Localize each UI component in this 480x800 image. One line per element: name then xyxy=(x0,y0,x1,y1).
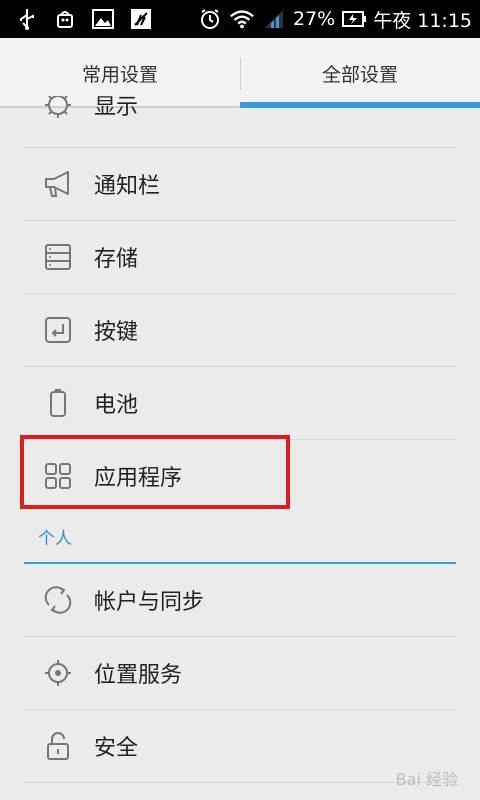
settings-item-label: 显示 xyxy=(94,96,139,120)
status-left-icons xyxy=(14,6,154,32)
clock: 午夜 11:15 xyxy=(373,9,472,32)
section-title: 个人 xyxy=(38,529,72,549)
location-icon xyxy=(40,655,76,691)
settings-item-display[interactable]: 显示 xyxy=(24,96,456,136)
image-icon xyxy=(90,6,116,32)
settings-item-battery[interactable]: 电池 xyxy=(24,367,456,439)
divider xyxy=(24,782,456,783)
alarm-icon xyxy=(197,6,223,32)
signal-icon xyxy=(261,6,287,32)
usb-icon xyxy=(14,6,40,32)
android-icon xyxy=(52,6,78,32)
battery-percent: 27% xyxy=(292,8,336,30)
settings-item-notification-bar[interactable]: 通知栏 xyxy=(24,148,456,220)
section-header-personal: 个人 xyxy=(24,512,456,564)
sail-icon xyxy=(128,6,154,32)
settings-item-label: 位置服务 xyxy=(94,663,183,688)
settings-item-label: 按键 xyxy=(94,320,139,345)
sync-icon xyxy=(40,582,76,618)
display-icon xyxy=(40,96,76,123)
battery-icon xyxy=(40,385,76,421)
settings-item-label: 安全 xyxy=(94,736,139,761)
watermark: Bai 经验 xyxy=(395,770,458,789)
battery-icon xyxy=(341,6,367,32)
settings-item-security[interactable]: 安全 xyxy=(24,710,456,782)
megaphone-icon xyxy=(40,166,76,202)
status-bar: 27% 午夜 11:15 xyxy=(0,0,480,38)
highlight-box xyxy=(20,435,290,509)
settings-item-label: 帐户与同步 xyxy=(94,590,205,615)
settings-item-storage[interactable]: 存储 xyxy=(24,221,456,293)
settings-item-account-sync[interactable]: 帐户与同步 xyxy=(24,564,456,636)
settings-item-label: 存储 xyxy=(94,247,139,272)
wifi-icon xyxy=(229,6,255,32)
storage-icon xyxy=(40,239,76,275)
settings-item-keys[interactable]: 按键 xyxy=(24,294,456,366)
settings-item-location[interactable]: 位置服务 xyxy=(24,637,456,709)
settings-item-label: 通知栏 xyxy=(94,174,161,199)
settings-item-label: 电池 xyxy=(94,393,139,418)
key-icon xyxy=(40,312,76,348)
lock-icon xyxy=(40,728,76,764)
status-right: 27% 午夜 11:15 xyxy=(197,0,472,38)
